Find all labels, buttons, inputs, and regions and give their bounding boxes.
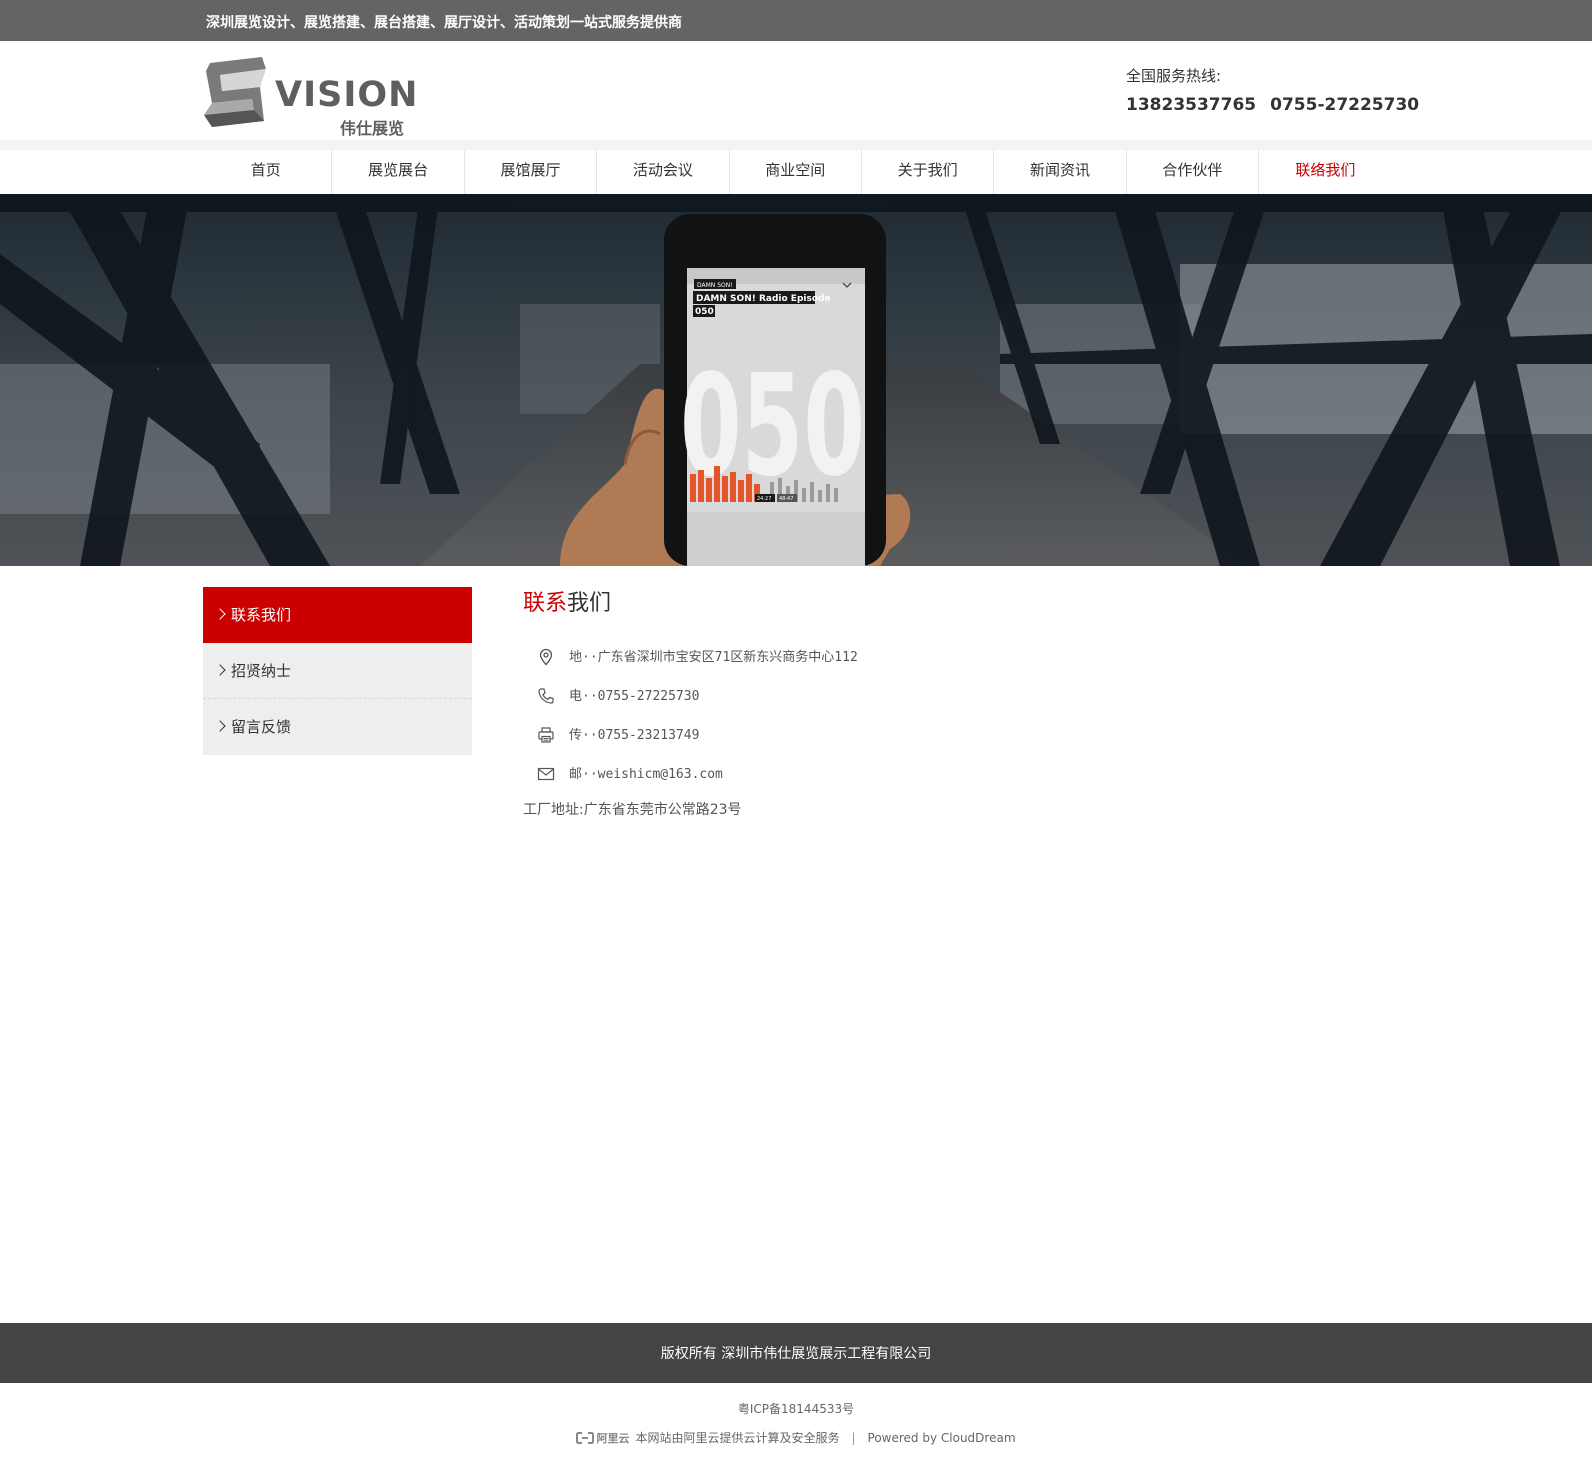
hotline-numbers: 13823537765 0755-27225730 <box>1126 95 1419 115</box>
logo-subtitle: 伟仕展览 <box>340 119 405 138</box>
site-slogan: 深圳展览设计、展览搭建、展台搭建、展厅设计、活动策划一站式服务提供商 <box>206 15 682 31</box>
divider: | <box>851 1430 856 1445</box>
hotline-mobile: 13823537765 <box>1126 95 1257 115</box>
nav-item-exhibition-booth[interactable]: 展览展台 <box>332 150 465 194</box>
contact-list: 地··广东省深圳市宝安区71区新东兴商务中心112 电··0755-272257… <box>523 647 1383 803</box>
banner-image: DAMN SON! DAMN SON! Radio Episode 050 05… <box>0 194 1592 566</box>
sidebar-item-label: 联系我们 <box>231 606 292 624</box>
contact-address-text: 地··广东省深圳市宝安区71区新东兴商务中心112 <box>569 650 858 665</box>
contact-fax: 传··0755-23213749 <box>523 725 1383 764</box>
top-bar: 深圳展览设计、展览搭建、展台搭建、展厅设计、活动策划一站式服务提供商 <box>0 0 1592 41</box>
contact-phone: 电··0755-27225730 <box>523 686 1383 725</box>
header-divider <box>0 140 1592 150</box>
aliyun-icon <box>576 1431 595 1444</box>
contact-content: 联系我们 地··广东省深圳市宝安区71区新东兴商务中心112 电··0755-2… <box>523 585 1383 819</box>
aliyun-logo: 阿里云 <box>576 1430 629 1446</box>
nav-item-home[interactable]: 首页 <box>200 150 333 194</box>
contact-phone-text: 电··0755-27225730 <box>569 689 700 704</box>
logo-mark-icon <box>204 57 266 127</box>
icp-link[interactable]: 粤ICP备18144533号 <box>0 1400 1592 1417</box>
sidebar-item-feedback[interactable]: 留言反馈 <box>203 699 472 755</box>
page-title: 联系我们 <box>523 585 1383 617</box>
contact-email: 邮··weishicm@163.com <box>523 764 1383 803</box>
sidebar-item-label: 留言反馈 <box>231 718 292 736</box>
nav-item-partners[interactable]: 合作伙伴 <box>1127 150 1260 194</box>
sidebar: 联系我们 招贤纳士 留言反馈 <box>203 587 472 755</box>
chevron-right-icon <box>214 720 226 732</box>
nav-item-commercial-space[interactable]: 商业空间 <box>730 150 862 194</box>
nav-item-contact[interactable]: 联络我们 <box>1259 150 1391 194</box>
hotline-label: 全国服务热线: <box>1126 67 1222 85</box>
main-nav: 首页 展览展台 展馆展厅 活动会议 商业空间 关于我们 新闻资讯 合作伙伴 联络… <box>0 150 1592 194</box>
nav-item-events[interactable]: 活动会议 <box>597 150 730 194</box>
footer-meta: 粤ICP备18144533号 阿里云 本网站由阿里云提供云计算及安全服务 | P… <box>0 1383 1592 1458</box>
footer-copyright: 版权所有 深圳市伟仕展览展示工程有限公司 <box>660 1346 932 1362</box>
chevron-right-icon <box>214 664 226 676</box>
app-time-total: 48:47 <box>779 496 793 502</box>
hotline-landline: 0755-27225730 <box>1270 95 1420 115</box>
sidebar-item-label: 招贤纳士 <box>231 662 292 680</box>
sidebar-item-careers[interactable]: 招贤纳士 <box>203 643 472 699</box>
app-episode-number: 050 <box>695 307 714 317</box>
location-pin-icon <box>539 648 553 666</box>
nav-item-news[interactable]: 新闻资讯 <box>994 150 1127 194</box>
app-tag: DAMN SON! <box>697 282 733 289</box>
chevron-right-icon <box>214 608 226 620</box>
nav-item-about[interactable]: 关于我们 <box>862 150 995 194</box>
hero-banner: DAMN SON! DAMN SON! Radio Episode 050 05… <box>0 194 1592 566</box>
header: VISION 伟仕展览 全国服务热线: 13823537765 0755-2722… <box>0 41 1592 140</box>
hosting-credit: 阿里云 本网站由阿里云提供云计算及安全服务 | Powered by Cloud… <box>0 1429 1592 1446</box>
app-episode-title: DAMN SON! Radio Episode <box>696 294 831 304</box>
mail-icon <box>537 767 555 781</box>
page-title-highlight: 联系 <box>523 591 568 616</box>
contact-email-text[interactable]: 邮··weishicm@163.com <box>569 767 723 782</box>
site-logo[interactable]: VISION 伟仕展览 <box>200 55 419 138</box>
aliyun-text[interactable]: 本网站由阿里云提供云计算及安全服务 <box>635 1429 839 1446</box>
app-time-elapsed: 24:27 <box>757 496 771 502</box>
printer-icon <box>538 727 554 743</box>
nav-item-exhibition-hall[interactable]: 展馆展厅 <box>465 150 598 194</box>
logo-word: VISION <box>275 75 419 115</box>
phone-icon <box>538 688 554 704</box>
footer: 版权所有 深圳市伟仕展览展示工程有限公司 <box>0 1323 1592 1383</box>
hotline: 全国服务热线: 13823537765 0755-27225730 <box>1126 65 1419 115</box>
contact-address: 地··广东省深圳市宝安区71区新东兴商务中心112 <box>523 647 1383 686</box>
page-title-rest: 我们 <box>567 591 612 616</box>
aliyun-logo-text: 阿里云 <box>596 1431 630 1445</box>
sidebar-item-contact-us[interactable]: 联系我们 <box>203 587 472 643</box>
contact-fax-text: 传··0755-23213749 <box>569 728 700 743</box>
powered-by[interactable]: Powered by CloudDream <box>868 1431 1016 1445</box>
